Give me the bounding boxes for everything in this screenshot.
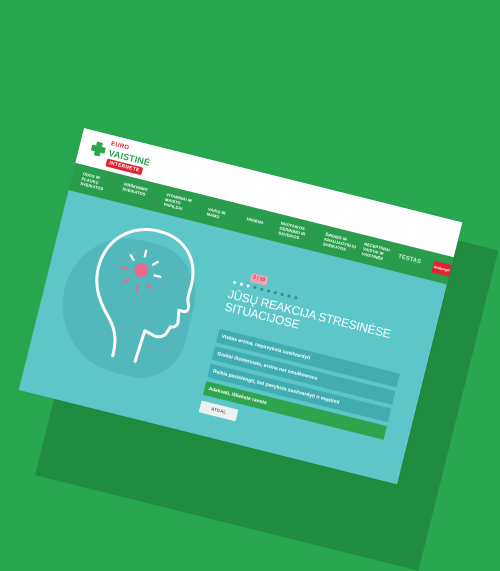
back-button[interactable]: ATGAL	[198, 400, 239, 422]
nav-item-mood[interactable]: Nuotaikos gerinimo ir sąveikos	[278, 221, 315, 244]
progress-dot[interactable]	[232, 280, 237, 285]
head-stress-icon	[95, 228, 195, 363]
progress-dot[interactable]	[239, 282, 244, 287]
progress-dot[interactable]	[259, 287, 264, 292]
nav-item-vitamins[interactable]: Vitaminai ir maisto papildai	[163, 192, 200, 215]
nav-item-heart[interactable]: Širdies ir kraujagyslių sveikatos	[322, 232, 356, 254]
progress-dot[interactable]	[273, 290, 278, 295]
nav-item-kids-moms[interactable]: Vaikų ir mamų	[206, 207, 238, 224]
user-name[interactable]: TESTAS	[397, 254, 421, 265]
progress-dot[interactable]	[253, 285, 257, 290]
progress-dot[interactable]	[266, 289, 271, 293]
progress-dot[interactable]	[287, 294, 291, 298]
progress-badge: 3 / 10	[249, 272, 268, 286]
nav-item-digestion[interactable]: Virškinimo sveikatos	[122, 181, 155, 198]
nav-item-hygiene[interactable]: Higiena	[246, 216, 269, 226]
nav-item-prescription[interactable]: Receptiniai vaistai ir vaistinės	[361, 241, 396, 263]
nav-item-skin-hair[interactable]: Odos ir plaukų sveikatos	[80, 171, 115, 193]
progress-dot[interactable]	[293, 295, 298, 300]
logout-button[interactable]: Atsijungti	[431, 260, 452, 277]
pharmacy-cross-icon	[90, 141, 107, 158]
progress-dot[interactable]	[280, 292, 284, 297]
progress-dot[interactable]	[246, 284, 250, 288]
